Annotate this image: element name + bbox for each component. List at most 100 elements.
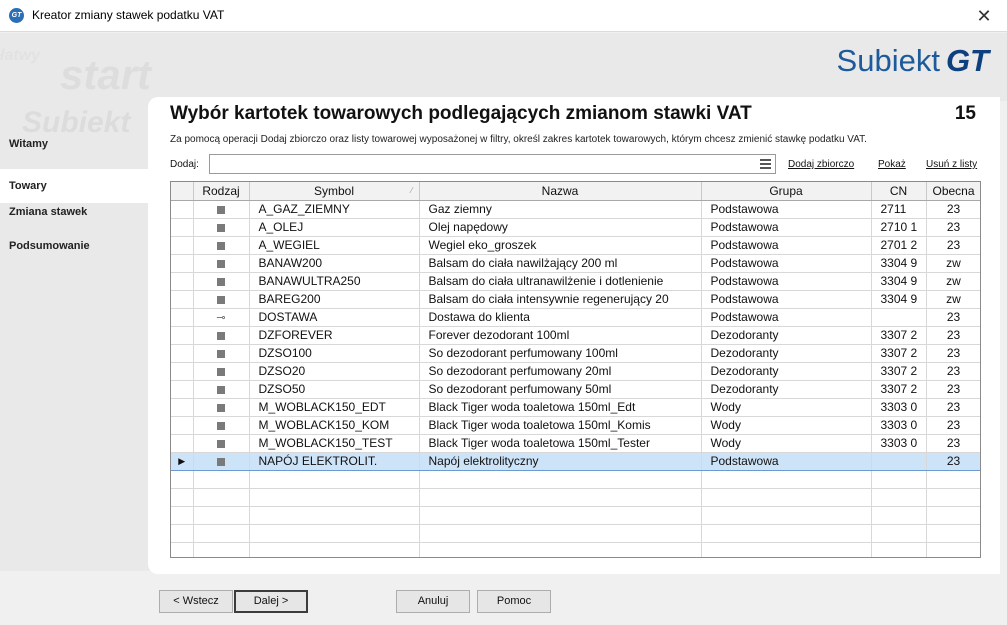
- step-zmiana-stawek[interactable]: Zmiana stawek: [0, 195, 148, 229]
- cell-rodzaj: ⊸: [193, 308, 250, 327]
- cell-obecna: 23: [926, 416, 980, 435]
- column-cn[interactable]: CN: [871, 182, 927, 201]
- step-podsumowanie[interactable]: Podsumowanie: [0, 229, 148, 263]
- cell-grupa: Podstawowa: [701, 290, 872, 309]
- next-button[interactable]: Dalej >: [234, 590, 308, 613]
- column-rodzaj[interactable]: Rodzaj: [193, 182, 250, 201]
- products-grid[interactable]: Rodzaj Symbol ⁄ Nazwa Grupa CN Obecna A_G…: [170, 181, 981, 558]
- row-indicator: [171, 344, 194, 363]
- product-type-icon: [217, 367, 225, 376]
- remove-from-list-link[interactable]: Usuń z listy: [926, 159, 977, 170]
- empty-cell: [249, 506, 420, 525]
- table-row[interactable]: DZFOREVER Forever dezodorant 100ml Dezodor…: [171, 326, 980, 345]
- table-row[interactable]: A_GAZ_ZIEMNY Gaz ziemny Podstawowa 2711 23: [171, 200, 980, 219]
- cell-cn: 3304 9: [871, 290, 927, 309]
- table-row[interactable]: BANAWULTRA250 Balsam do ciała ultranawilż…: [171, 272, 980, 291]
- cell-symbol: DOSTAWA: [249, 308, 420, 327]
- table-row[interactable]: DZSO100 So dezodorant perfumowany 100ml De…: [171, 344, 980, 363]
- empty-cell: [701, 506, 872, 525]
- empty-cell: [193, 470, 250, 489]
- cell-obecna: 23: [926, 326, 980, 345]
- column-symbol[interactable]: Symbol ⁄: [249, 182, 420, 201]
- empty-cell: [926, 542, 980, 557]
- cell-obecna: zw: [926, 272, 980, 291]
- cell-obecna: 23: [926, 344, 980, 363]
- cell-nazwa: Olej napędowy: [419, 218, 702, 237]
- cell-grupa: Dezodoranty: [701, 380, 872, 399]
- empty-cell: [926, 506, 980, 525]
- cell-cn: 2701 2: [871, 236, 927, 255]
- cell-cn: 2710 1: [871, 218, 927, 237]
- table-row[interactable]: A_OLEJ Olej napędowy Podstawowa 2710 1 23: [171, 218, 980, 237]
- cell-grupa: Podstawowa: [701, 308, 872, 327]
- empty-cell: [171, 506, 194, 525]
- cell-obecna: 23: [926, 398, 980, 417]
- cell-cn: 3304 9: [871, 272, 927, 291]
- cell-obecna: 23: [926, 362, 980, 381]
- cell-nazwa: Black Tiger woda toaletowa 150ml_Tester: [419, 434, 702, 453]
- add-product-input[interactable]: [209, 154, 776, 174]
- table-row[interactable]: DZSO20 So dezodorant perfumowany 20ml Dezo…: [171, 362, 980, 381]
- table-row[interactable]: ▶ NAPÓJ ELEKTROLIT. Napój elektrolityczny P…: [171, 451, 980, 471]
- table-row[interactable]: DZSO50 So dezodorant perfumowany 50ml Dezo…: [171, 380, 980, 399]
- cell-grupa: Wody: [701, 416, 872, 435]
- window-title: Kreator zmiany stawek podatku VAT: [32, 8, 225, 22]
- cell-symbol: A_WEGIEL: [249, 236, 420, 255]
- help-button[interactable]: Pomoc: [477, 590, 551, 613]
- back-button[interactable]: < Wstecz: [159, 590, 233, 613]
- empty-cell: [871, 506, 927, 525]
- close-window-button[interactable]: ✕: [961, 0, 1007, 32]
- table-row[interactable]: BAREG200 Balsam do ciała intensywnie rege…: [171, 290, 980, 309]
- cell-obecna: 23: [926, 308, 980, 327]
- table-row[interactable]: M_WOBLACK150_TEST Black Tiger woda toalet…: [171, 434, 980, 453]
- column-nazwa[interactable]: Nazwa: [419, 182, 702, 201]
- column-symbol-label: Symbol: [313, 183, 354, 198]
- cell-cn: 2711: [871, 200, 927, 219]
- app-logo-icon: GT: [9, 8, 24, 23]
- table-row[interactable]: A_WEGIEL Wegiel eko_groszek Podstawowa 2701…: [171, 236, 980, 255]
- cell-rodzaj: [193, 236, 250, 255]
- table-row[interactable]: M_WOBLACK150_KOM Black Tiger woda toaleto…: [171, 416, 980, 435]
- page-title: Wybór kartotek towarowych podlegających …: [170, 103, 752, 124]
- row-indicator: [171, 200, 194, 219]
- product-type-icon: [217, 421, 225, 430]
- cell-grupa: Podstawowa: [701, 218, 872, 237]
- cell-nazwa: Black Tiger woda toaletowa 150ml_Edt: [419, 398, 702, 417]
- table-row-empty: [171, 488, 980, 507]
- header-banner: łatwy start Subiekt GT: [0, 33, 1007, 101]
- table-row[interactable]: BANAW200 Balsam do ciała nawilżający 200 …: [171, 254, 980, 273]
- table-row[interactable]: M_WOBLACK150_EDT Black Tiger woda toaleto…: [171, 398, 980, 417]
- cell-grupa: Podstawowa: [701, 254, 872, 273]
- table-row[interactable]: ⊸ DOSTAWA Dostawa do klienta Podstawowa 23: [171, 308, 980, 327]
- list-picker-icon[interactable]: [760, 159, 771, 169]
- cell-grupa: Podstawowa: [701, 451, 872, 471]
- step-witamy[interactable]: Witamy: [0, 127, 148, 161]
- column-grupa[interactable]: Grupa: [701, 182, 872, 201]
- cell-symbol: DZSO50: [249, 380, 420, 399]
- cell-rodzaj: [193, 434, 250, 453]
- main-panel: Wybór kartotek towarowych podlegających …: [148, 97, 1000, 574]
- cell-nazwa: Forever dezodorant 100ml: [419, 326, 702, 345]
- page-number: 15: [954, 103, 976, 124]
- row-indicator: [171, 254, 194, 273]
- empty-cell: [419, 524, 702, 543]
- show-link[interactable]: Pokaż: [878, 159, 906, 170]
- empty-cell: [419, 470, 702, 489]
- close-icon: ✕: [976, 6, 992, 26]
- product-type-icon: [217, 223, 225, 232]
- cell-symbol: BAREG200: [249, 290, 420, 309]
- row-indicator: [171, 434, 194, 453]
- table-row-empty: [171, 506, 980, 525]
- cancel-button[interactable]: Anuluj: [396, 590, 470, 613]
- product-type-icon: [217, 385, 225, 394]
- empty-cell: [926, 524, 980, 543]
- column-obecna[interactable]: Obecna: [926, 182, 980, 201]
- cell-symbol: DZSO100: [249, 344, 420, 363]
- bulk-add-link[interactable]: Dodaj zbiorczo: [788, 159, 854, 170]
- cell-cn: 3303 0: [871, 434, 927, 453]
- empty-cell: [193, 488, 250, 507]
- cell-rodzaj: [193, 416, 250, 435]
- cell-rodzaj: [193, 398, 250, 417]
- wizard-steps-sidebar: Subiekt Witamy Towary Zmiana stawek Pods…: [0, 101, 150, 571]
- empty-cell: [871, 524, 927, 543]
